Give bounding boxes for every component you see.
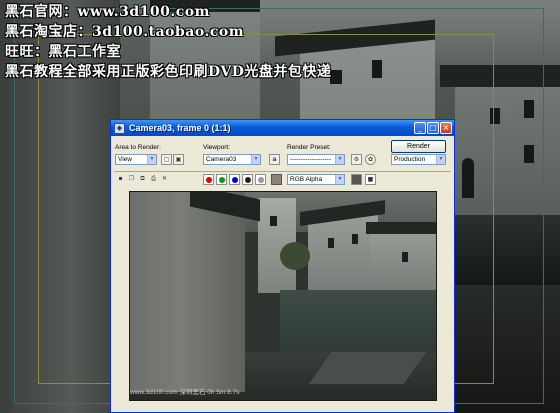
green-dot-icon [219, 177, 225, 183]
mono-channel-toggle[interactable] [255, 174, 266, 185]
window-3 [490, 108, 500, 124]
water [440, 215, 560, 285]
chevron-down-icon: ▼ [251, 155, 260, 164]
window-title: Camera03, frame 0 (1:1) [129, 123, 231, 133]
render-window-2 [328, 238, 334, 248]
mono-display-icon[interactable]: ■ [365, 174, 376, 185]
auto-region-icon[interactable]: ▣ [173, 154, 184, 165]
save-icon[interactable]: ▪ [115, 174, 126, 185]
render-roof-2 [366, 222, 436, 234]
display-alpha-icon[interactable] [351, 174, 362, 185]
render-window-3 [352, 234, 358, 244]
channel-value: RGB Alpha [290, 176, 323, 183]
render-window-1 [270, 216, 277, 226]
mono-dot-icon [258, 177, 264, 183]
render-mode-value: Production [394, 156, 426, 163]
blue-channel-toggle[interactable] [229, 174, 240, 185]
window-2 [372, 60, 382, 78]
render-mode-select[interactable]: Production ▼ [391, 154, 446, 165]
toolbar-separator [114, 171, 451, 172]
blue-dot-icon [232, 177, 238, 183]
maximize-button[interactable]: □ [427, 122, 439, 134]
viewport-label: Viewport: [203, 144, 230, 151]
close-button[interactable]: × [440, 122, 452, 134]
watermark-line-3: 旺旺：黑石工作室 [5, 44, 121, 60]
window-1 [330, 70, 342, 84]
window-5 [524, 145, 534, 163]
print-icon[interactable]: ⎙ [148, 174, 159, 185]
edit-region-icon[interactable]: ▢ [161, 154, 172, 165]
doorway [462, 158, 474, 198]
chevron-down-icon: ▼ [335, 175, 344, 184]
environment-icon[interactable]: ✿ [365, 154, 376, 165]
alpha-dot-icon [245, 177, 251, 183]
window-4 [524, 100, 534, 118]
lock-icon[interactable]: a [269, 154, 280, 165]
minimize-button[interactable]: _ [414, 122, 426, 134]
color-swatch[interactable] [271, 174, 282, 185]
render-setup-icon[interactable]: ⚙ [351, 154, 362, 165]
viewport-select[interactable]: Camera03 ▼ [203, 154, 261, 165]
alpha-channel-toggle[interactable] [242, 174, 253, 185]
watermark-line-2: 黑石淘宝店：3d100.taobao.com [5, 24, 245, 40]
area-to-render-label: Area to Render: [115, 144, 161, 151]
render-preset-select[interactable]: ------------------- ▼ [287, 154, 345, 165]
copy-icon[interactable]: ❐ [126, 174, 137, 185]
clear-icon[interactable]: ✕ [159, 174, 170, 185]
green-channel-toggle[interactable] [216, 174, 227, 185]
render-window-4 [402, 252, 408, 262]
area-to-render-value: View [118, 156, 132, 163]
clone-icon[interactable]: ⧉ [137, 174, 148, 185]
watermark-line-1: 黑石官网：www.3d100.com [5, 4, 210, 20]
rendered-image: www.3d100.com 深圳黑石 0h 5m 8.7s [129, 191, 437, 401]
chevron-down-icon: ▼ [147, 155, 156, 164]
render-frame-window[interactable]: ◆ Camera03, frame 0 (1:1) _ □ × Area to … [110, 119, 455, 413]
area-to-render-select[interactable]: View ▼ [115, 154, 157, 165]
right-building-roof [440, 65, 560, 87]
render-footer-text: www.3d100.com 深圳黑石 0h 5m 8.7s [130, 389, 240, 396]
render-left-wall [130, 192, 245, 392]
render-preset-label: Render Preset: [287, 144, 331, 151]
red-dot-icon [206, 177, 212, 183]
app-icon: ◆ [114, 122, 125, 134]
title-bar[interactable]: ◆ Camera03, frame 0 (1:1) _ □ × [111, 120, 454, 136]
right-building [455, 80, 560, 230]
channel-select[interactable]: RGB Alpha ▼ [287, 174, 345, 185]
render-preset-value: ------------------- [290, 156, 332, 163]
viewport-value: Camera03 [206, 156, 237, 163]
chevron-down-icon: ▼ [335, 155, 344, 164]
red-channel-toggle[interactable] [203, 174, 214, 185]
render-button[interactable]: Render [391, 140, 446, 153]
chevron-down-icon: ▼ [436, 155, 445, 164]
render-tree [280, 242, 310, 270]
watermark-line-4: 黑石教程全部采用正版彩色印刷DVD光盘并包快递 [5, 64, 332, 80]
